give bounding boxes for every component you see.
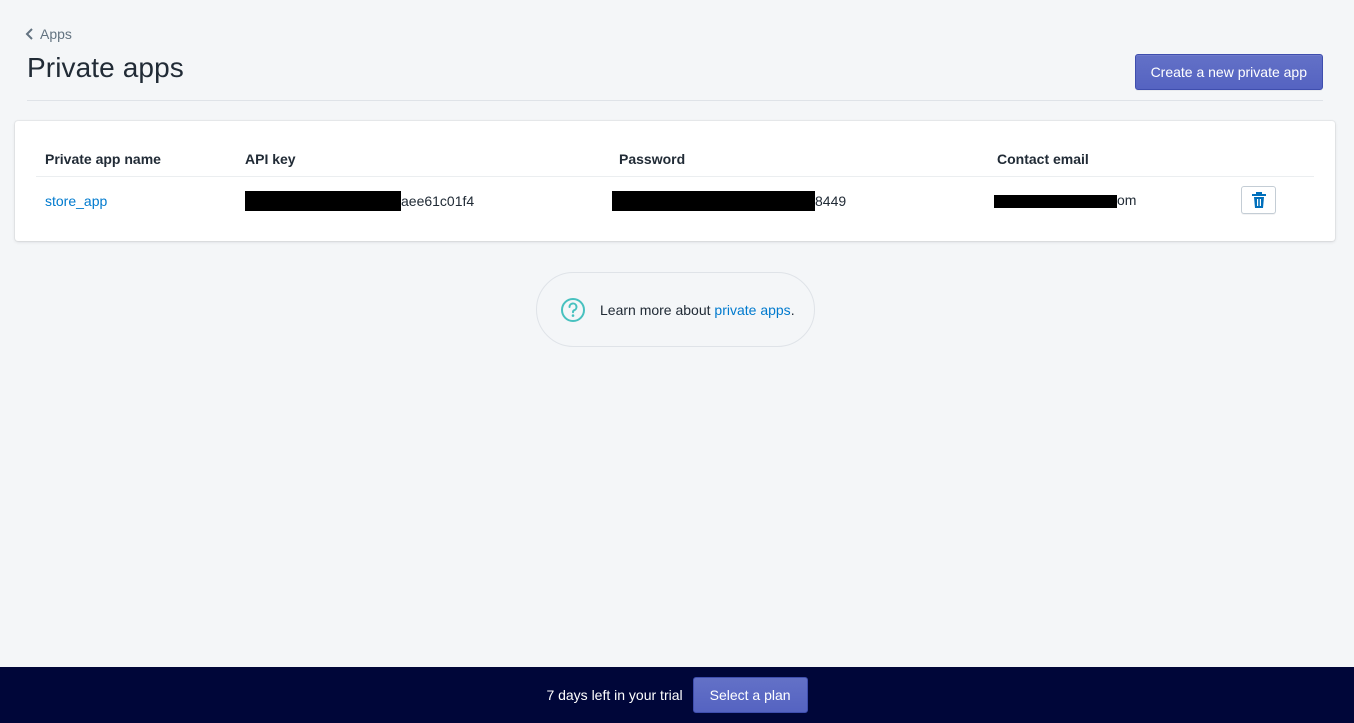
help-callout: Learn more about private apps. — [536, 272, 815, 347]
delete-app-button[interactable] — [1241, 186, 1276, 214]
api-key-redaction — [245, 191, 401, 211]
help-prefix: Learn more about — [600, 301, 715, 318]
column-header-api-key: API key — [245, 151, 296, 167]
breadcrumb-label: Apps — [40, 26, 72, 42]
select-plan-button[interactable]: Select a plan — [692, 677, 808, 713]
column-header-name: Private app name — [45, 151, 161, 167]
password-cell: 8449 — [612, 191, 846, 211]
private-apps-table: Private app name API key Password Contac… — [15, 121, 1335, 241]
column-header-email: Contact email — [997, 151, 1089, 167]
breadcrumb[interactable]: Apps — [25, 26, 72, 42]
password-value: 8449 — [815, 193, 847, 209]
trash-icon — [1251, 192, 1266, 208]
api-key-cell: aee61c01f4 — [245, 191, 474, 211]
email-redaction — [994, 195, 1117, 208]
table-row: store_app aee61c01f4 8449 om — [36, 178, 1314, 224]
create-private-app-button[interactable]: Create a new private app — [1134, 54, 1323, 90]
page-title: Private apps — [27, 52, 184, 83]
password-redaction — [612, 191, 815, 211]
help-text: Learn more about private apps. — [600, 302, 795, 318]
trial-message: 7 days left in your trial — [546, 687, 683, 703]
email-value: om — [1117, 191, 1137, 208]
api-key-value: aee61c01f4 — [401, 193, 475, 209]
private-apps-link[interactable]: private apps — [714, 302, 790, 318]
table-header: Private app name API key Password Contac… — [36, 139, 1314, 177]
trial-bar: 7 days left in your trial Select a plan — [0, 667, 1354, 723]
help-suffix: . — [790, 301, 795, 318]
chevron-left-icon — [25, 28, 33, 40]
app-name-link[interactable]: store_app — [45, 193, 107, 209]
question-circle-icon — [561, 297, 585, 322]
column-header-password: Password — [619, 151, 686, 167]
page-header: Apps Private apps Create a new private a… — [25, 24, 1323, 101]
email-cell: om — [994, 191, 1136, 208]
